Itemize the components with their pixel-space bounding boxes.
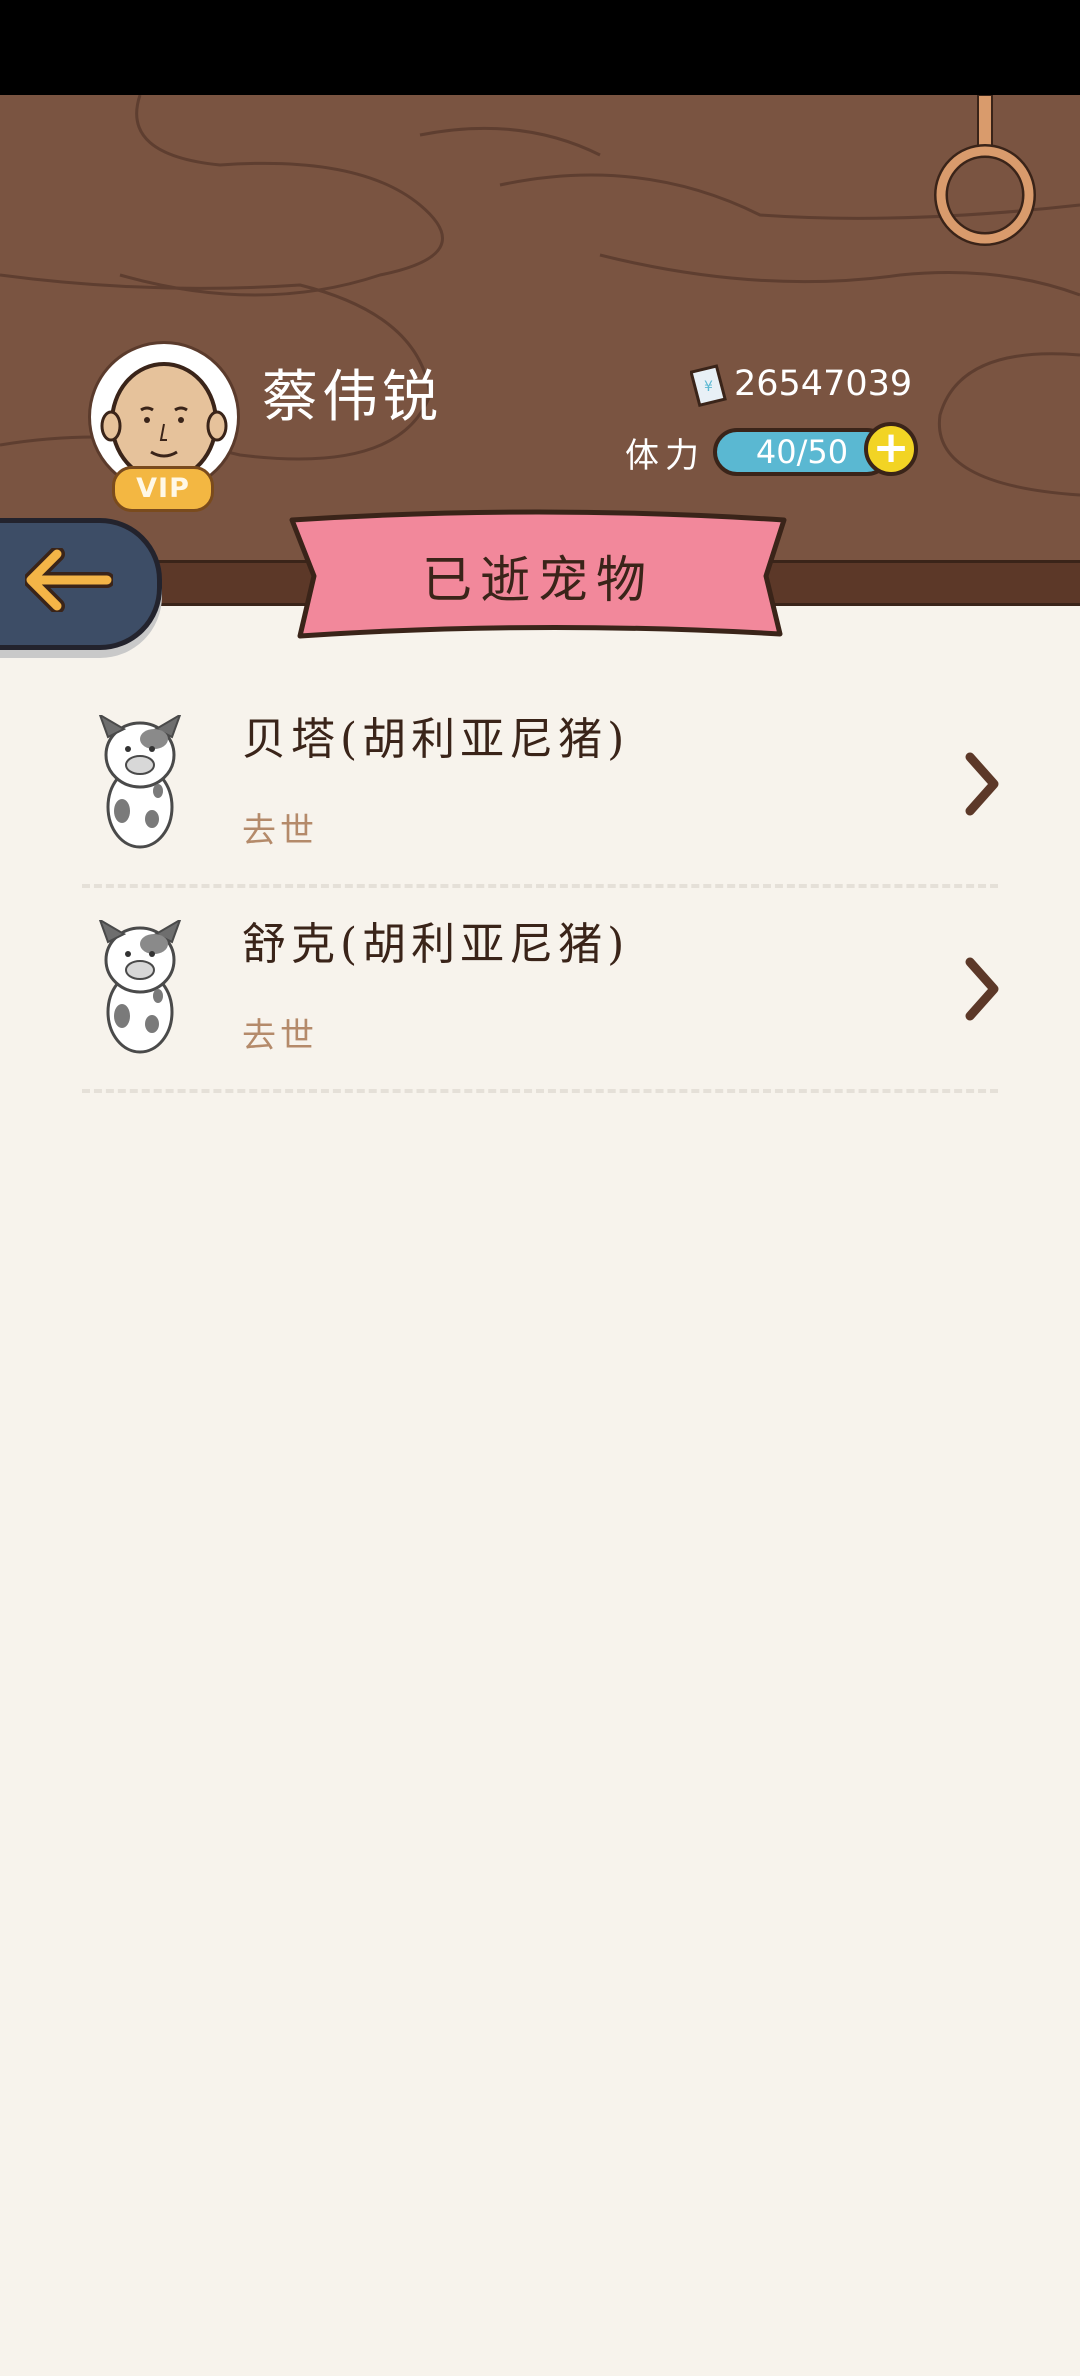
status-bar xyxy=(0,0,1080,95)
list-item[interactable]: 贝塔(胡利亚尼猪) 去世 xyxy=(0,683,1080,888)
divider xyxy=(82,1089,998,1093)
pet-status: 去世 xyxy=(242,811,318,851)
coin-count: 26547039 xyxy=(734,364,913,404)
back-button[interactable] xyxy=(0,518,162,650)
pet-status: 去世 xyxy=(242,1016,318,1056)
pet-name: 舒克(胡利亚尼猪) xyxy=(242,919,630,970)
ticket-icon: ¥ xyxy=(690,364,727,407)
page-title: 已逝宠物 xyxy=(422,551,654,609)
list-item[interactable]: 舒克(胡利亚尼猪) 去世 xyxy=(0,888,1080,1093)
pet-list: 贝塔(胡利亚尼猪) 去世 舒克(胡利亚尼猪) 去世 xyxy=(0,683,1080,1093)
user-name: 蔡伟锐 xyxy=(262,365,442,430)
vip-badge: VIP xyxy=(112,466,214,512)
chevron-right-icon xyxy=(965,752,999,816)
stamina-label: 体力 xyxy=(625,436,705,476)
ring-icon xyxy=(934,95,1036,246)
svg-text:¥: ¥ xyxy=(704,379,713,395)
chevron-right-icon xyxy=(965,957,999,1021)
pig-icon xyxy=(98,920,182,1054)
arrow-left-icon xyxy=(25,548,113,612)
pet-name: 贝塔(胡利亚尼猪) xyxy=(242,714,630,765)
add-stamina-button[interactable]: + xyxy=(864,422,918,476)
pig-icon xyxy=(98,715,182,849)
